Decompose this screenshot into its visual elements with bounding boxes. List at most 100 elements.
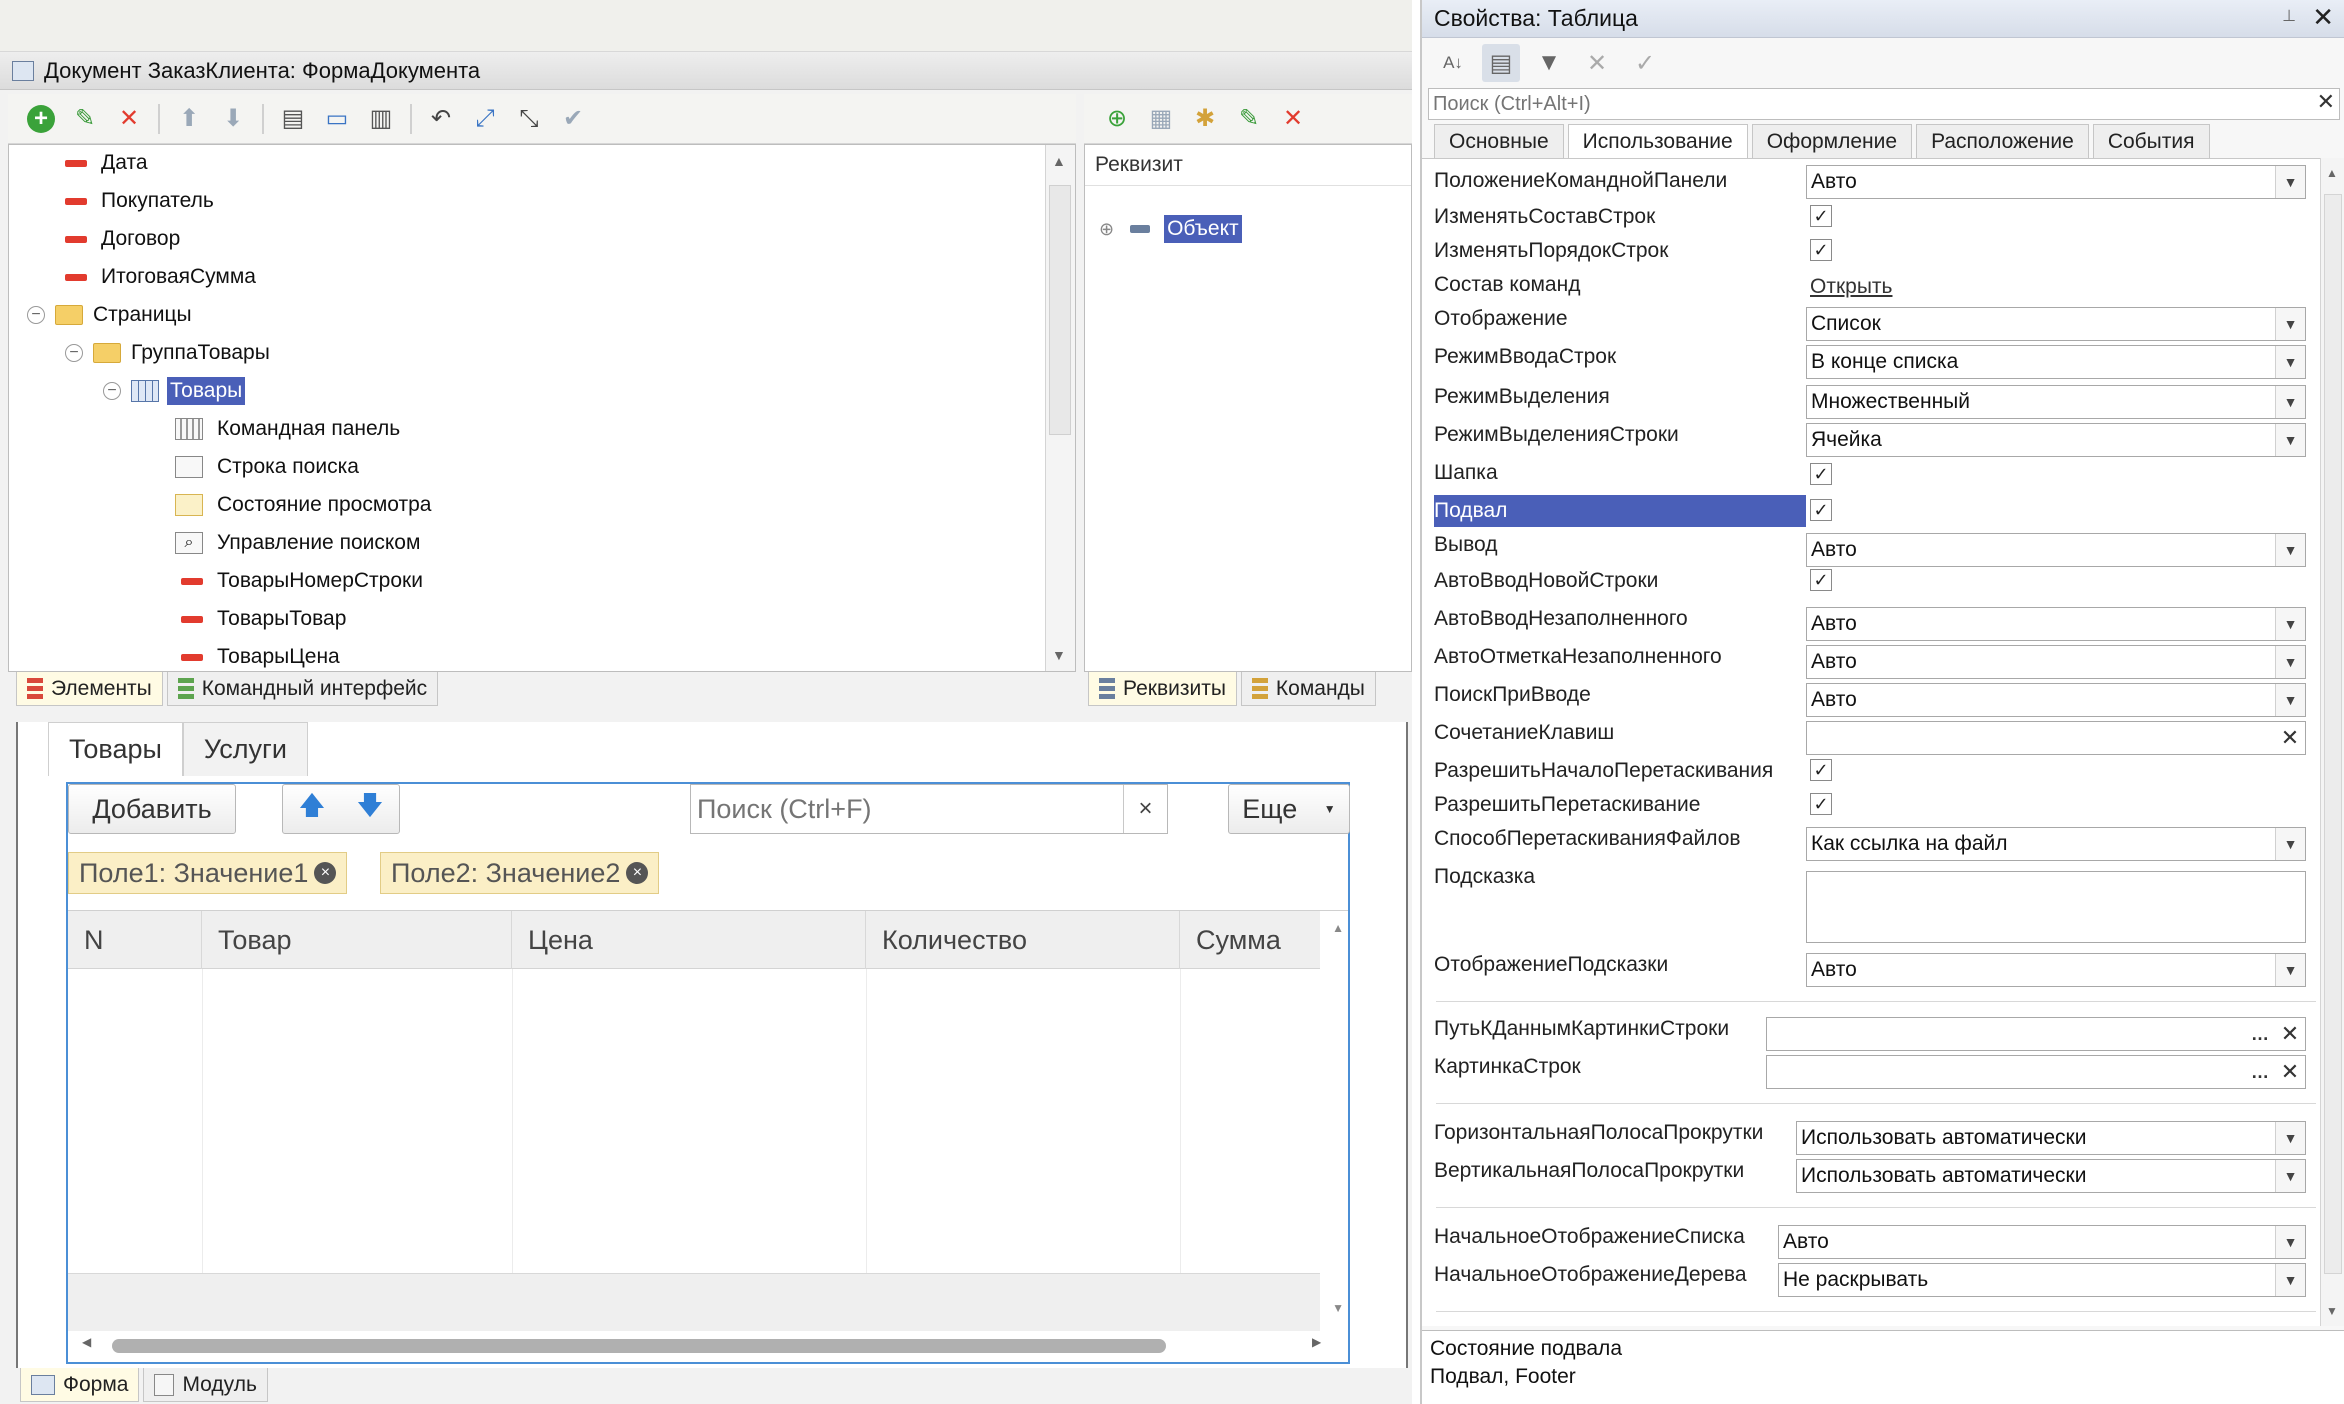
tab-form[interactable]: Форма — [20, 1368, 140, 1402]
scroll-left-icon[interactable]: ◀ — [82, 1335, 91, 1349]
open-link[interactable]: Открыть — [1810, 275, 1892, 299]
chevron-down-icon[interactable]: ▼ — [2275, 346, 2305, 378]
tab-services[interactable]: Услуги — [182, 722, 308, 776]
resize-icon[interactable]: ⤡ — [510, 100, 548, 138]
tab-elements[interactable]: Элементы — [16, 672, 163, 706]
scroll-up-icon[interactable]: ▲ — [2326, 166, 2338, 180]
prop-checkbox[interactable]: ✓ — [1810, 569, 1832, 591]
tooltip-textarea[interactable] — [1806, 871, 2306, 943]
tree-item[interactable]: − Страницы — [27, 297, 192, 333]
prop-field[interactable]: Не раскрывать ▼ — [1778, 1263, 2306, 1297]
clear-icon[interactable]: ✕ — [2275, 1018, 2305, 1050]
column-header-quantity[interactable]: Количество — [866, 911, 1180, 969]
move-up-icon[interactable]: 🡅 — [299, 787, 326, 831]
display-icon[interactable]: ▭ — [318, 100, 356, 138]
prop-field[interactable]: Авто ▼ — [1778, 1225, 2306, 1259]
prop-field[interactable]: Использовать автоматически ▼ — [1796, 1121, 2306, 1155]
tree-item[interactable]: Договор — [65, 221, 180, 257]
tab-usage[interactable]: Использование — [1567, 124, 1748, 158]
prop-checkbox[interactable]: ✓ — [1810, 463, 1832, 485]
chevron-down-icon[interactable]: ▼ — [2275, 1160, 2305, 1192]
scroll-thumb[interactable] — [2324, 194, 2342, 1274]
move-down-icon[interactable]: 🡇 — [357, 787, 384, 831]
filter-icon[interactable]: ▼ — [1530, 44, 1568, 82]
tree-scrollbar[interactable]: ▲ ▼ — [1045, 145, 1075, 671]
scroll-up-icon[interactable]: ▲ — [1332, 921, 1344, 935]
tree-item[interactable]: Покупатель — [65, 183, 214, 219]
column-header-price[interactable]: Цена — [512, 911, 866, 969]
edit-icon[interactable]: ✎ — [1230, 100, 1268, 138]
add-requisite-icon[interactable]: ⊕ — [1098, 100, 1136, 138]
prop-checkbox[interactable]: ✓ — [1810, 205, 1832, 227]
filter-chip-1[interactable]: Поле1: Значение1 × — [68, 852, 348, 894]
tab-appearance[interactable]: Оформление — [1751, 124, 1913, 158]
more-button[interactable]: Еще ▼ — [1228, 784, 1350, 834]
chevron-down-icon[interactable]: ▼ — [2275, 1264, 2305, 1296]
scroll-right-icon[interactable]: ▶ — [1312, 1335, 1321, 1349]
column-header-sum[interactable]: Сумма — [1180, 911, 1320, 969]
filter-chip-2[interactable]: Поле2: Значение2 × — [380, 852, 660, 894]
pin-icon[interactable]: ⊥ — [2282, 6, 2296, 26]
chevron-down-icon[interactable]: ▼ — [2275, 386, 2305, 418]
tree-item[interactable]: ⌕ Управление поиском — [175, 525, 420, 561]
chevron-down-icon[interactable]: ▼ — [2275, 424, 2305, 456]
check-icon[interactable]: ✔ — [554, 100, 592, 138]
properties-search-input[interactable] — [1429, 89, 2299, 119]
add-column-icon[interactable]: ▦ — [1142, 100, 1180, 138]
tree-item-selected[interactable]: − Товары — [103, 373, 246, 409]
collapse-icon[interactable]: − — [27, 306, 45, 324]
close-icon[interactable]: ✕ — [2312, 2, 2334, 33]
scroll-down-icon[interactable]: ▼ — [1052, 647, 1066, 663]
tree-item[interactable]: ИтоговаяСумма — [65, 259, 256, 295]
column-header-n[interactable]: N — [68, 911, 202, 969]
prop-field[interactable]: Авто ▼ — [1806, 533, 2306, 567]
prop-label-selected[interactable]: Подвал — [1434, 493, 1507, 529]
chevron-down-icon[interactable]: ▼ — [2275, 1226, 2305, 1258]
expand-icon[interactable]: ⊕ — [1099, 219, 1114, 240]
clear-search-icon[interactable]: × — [1123, 785, 1167, 833]
tree-item[interactable]: − ГруппаТовары — [65, 335, 270, 371]
prop-checkbox[interactable]: ✓ — [1810, 239, 1832, 261]
remove-filter-icon[interactable]: × — [626, 862, 649, 884]
chevron-down-icon[interactable]: ▼ — [2275, 534, 2305, 566]
more-icon[interactable]: … — [2245, 1056, 2275, 1088]
chevron-down-icon[interactable]: ▼ — [2275, 1122, 2305, 1154]
add-button[interactable]: Добавить — [68, 784, 236, 834]
properties-scrollbar[interactable]: ▲ ▼ — [2320, 158, 2344, 1326]
chevron-down-icon[interactable]: ▼ — [2275, 828, 2305, 860]
collapse-icon[interactable]: − — [65, 344, 83, 362]
clear-search-icon[interactable]: ✕ — [2317, 89, 2335, 115]
prop-field[interactable]: Список ▼ — [1806, 307, 2306, 341]
prop-field[interactable]: Авто ▼ — [1806, 683, 2306, 717]
tree-item[interactable]: Командная панель — [175, 411, 400, 447]
more-icon[interactable]: … — [2245, 1018, 2275, 1050]
tree-item[interactable]: Строка поиска — [175, 449, 359, 485]
tree-item[interactable]: ТоварыНомерСтроки — [181, 563, 423, 599]
prop-field[interactable]: Авто ▼ — [1806, 645, 2306, 679]
delete-icon[interactable]: ✕ — [110, 100, 148, 138]
delete-icon[interactable]: ✕ — [1274, 100, 1312, 138]
column-header-goods[interactable]: Товар — [202, 911, 512, 969]
form-layout-icon[interactable]: ▤ — [274, 100, 312, 138]
scroll-down-icon[interactable]: ▼ — [2326, 1304, 2338, 1318]
categories-icon[interactable]: ▤ — [1482, 44, 1520, 82]
add-icon[interactable]: + — [22, 100, 60, 138]
add-group-icon[interactable]: ✱ — [1186, 100, 1224, 138]
remove-filter-icon[interactable]: × — [314, 862, 337, 884]
tree-item[interactable]: ТоварыТовар — [181, 601, 346, 637]
clear-icon[interactable]: ✕ — [2275, 1056, 2305, 1088]
tab-goods[interactable]: Товары — [48, 722, 183, 776]
tab-events[interactable]: События — [2092, 124, 2210, 158]
tree-item[interactable]: Дата — [65, 145, 148, 181]
prop-field[interactable]: … ✕ — [1766, 1017, 2306, 1051]
scroll-down-icon[interactable]: ▼ — [1332, 1301, 1344, 1315]
edit-icon[interactable]: ✎ — [66, 100, 104, 138]
prop-field[interactable]: Ячейка ▼ — [1806, 423, 2306, 457]
move-down-icon[interactable]: ⬇ — [214, 100, 252, 138]
prop-field[interactable]: Использовать автоматически ▼ — [1796, 1159, 2306, 1193]
prop-field[interactable]: Как ссылка на файл ▼ — [1806, 827, 2306, 861]
prop-checkbox[interactable]: ✓ — [1810, 759, 1832, 781]
fit-icon[interactable]: ⤢ — [466, 100, 504, 138]
prop-field[interactable]: Авто ▼ — [1806, 607, 2306, 641]
move-buttons[interactable]: 🡅 🡇 — [282, 784, 400, 834]
